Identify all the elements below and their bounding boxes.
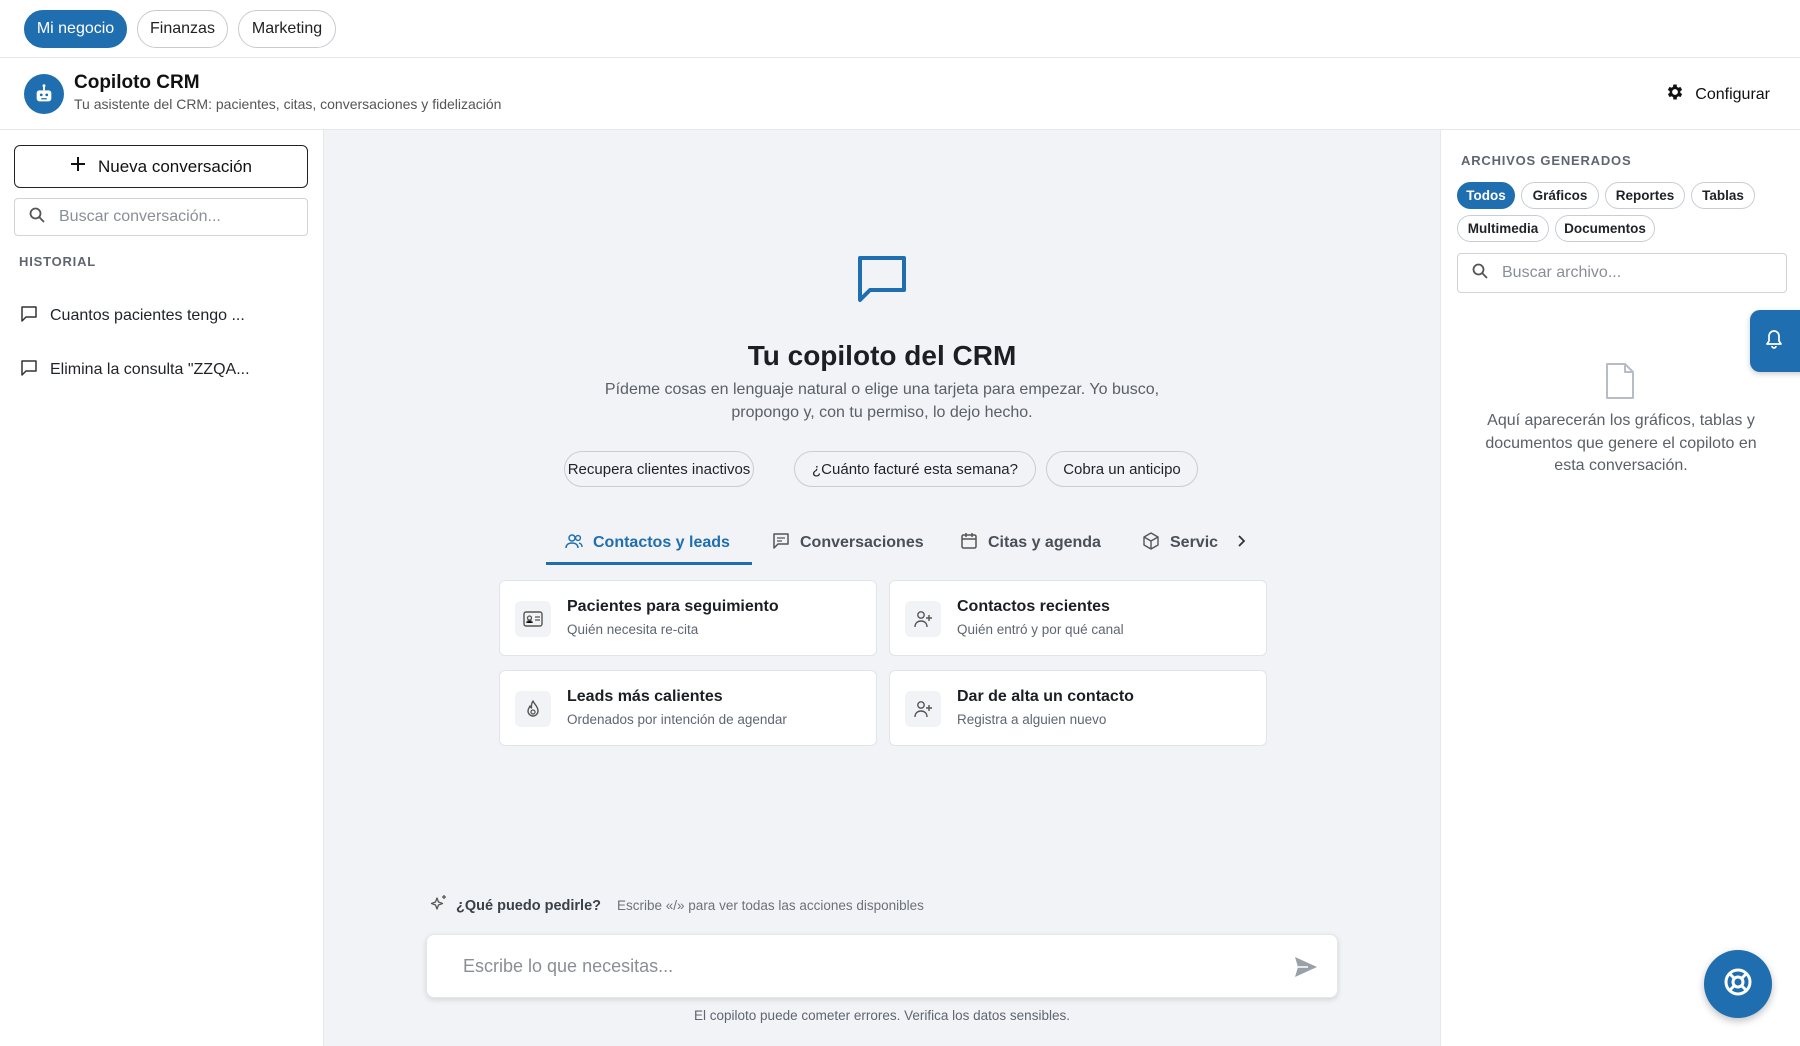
- history-item[interactable]: Cuantos pacientes tengo ...: [20, 302, 245, 330]
- new-conversation-label: Nueva conversación: [97, 156, 253, 176]
- help-button[interactable]: [1704, 950, 1772, 1018]
- filter-tables[interactable]: Tablas: [1691, 182, 1755, 209]
- robot-icon: [24, 74, 64, 114]
- card-title: Dar de alta un contacto: [957, 688, 1134, 705]
- hint-question[interactable]: ¿Qué puedo pedirle?: [456, 898, 601, 914]
- card-title: Contactos recientes: [957, 598, 1110, 615]
- file-search-input[interactable]: [1502, 264, 1702, 282]
- action-card[interactable]: Pacientes para seguimiento Quién necesit…: [499, 580, 877, 656]
- message-composer: [426, 934, 1338, 998]
- page-subtitle: Tu asistente del CRM: pacientes, citas, …: [74, 96, 502, 112]
- calendar-icon: [960, 532, 978, 555]
- file-icon: [1604, 362, 1636, 405]
- id-card-icon: [515, 601, 551, 637]
- action-card[interactable]: Contactos recientes Quién entró y por qu…: [889, 580, 1267, 656]
- history-item-label: Cuantos pacientes tengo ...: [50, 307, 245, 324]
- chat-bubble-icon: [20, 359, 38, 382]
- active-tab-indicator: [546, 562, 752, 565]
- tab-marketing[interactable]: Marketing: [238, 10, 336, 48]
- generated-files-panel: ARCHIVOS GENERADOS Todos Gráficos Report…: [1440, 130, 1800, 1046]
- tab-appointments[interactable]: Citas y agenda: [960, 520, 1101, 566]
- tab-services[interactable]: Servic: [1142, 520, 1218, 566]
- search-icon: [29, 207, 45, 228]
- card-subtitle: Ordenados por intención de agendar: [567, 712, 787, 727]
- bell-icon: [1765, 329, 1783, 354]
- main-title: Tu copiloto del CRM: [747, 340, 1017, 371]
- conversation-search: [14, 198, 308, 236]
- user-plus-icon: [905, 601, 941, 637]
- action-card[interactable]: Dar de alta un contacto Registra a algui…: [889, 670, 1267, 746]
- card-subtitle: Registra a alguien nuevo: [957, 712, 1107, 727]
- card-subtitle: Quién necesita re-cita: [567, 622, 699, 637]
- main-subtitle: Pídeme cosas en lenguaje natural o elige…: [604, 381, 1160, 421]
- filter-reports[interactable]: Reportes: [1605, 182, 1685, 209]
- tab-mi-negocio[interactable]: Mi negocio: [24, 10, 127, 48]
- hint-text: Escribe «/» para ver todas las acciones …: [617, 898, 924, 913]
- card-subtitle: Quién entró y por qué canal: [957, 622, 1124, 637]
- filter-all[interactable]: Todos: [1457, 182, 1515, 209]
- flame-icon: [515, 691, 551, 727]
- filter-charts[interactable]: Gráficos: [1521, 182, 1599, 209]
- category-tabs: Contactos y leads Conversaciones Citas y…: [324, 520, 1440, 570]
- box-icon: [1142, 531, 1160, 555]
- card-title: Pacientes para seguimiento: [567, 598, 779, 615]
- conversation-sidebar: Nueva conversación HISTORIAL Cuantos pac…: [0, 130, 324, 1046]
- card-title: Leads más calientes: [567, 688, 723, 705]
- suggestion-chip[interactable]: ¿Cuánto facturé esta semana?: [794, 451, 1036, 487]
- chat-main: Tu copiloto del CRM Pídeme cosas en leng…: [324, 130, 1440, 1046]
- files-heading: ARCHIVOS GENERADOS: [1461, 153, 1632, 168]
- filter-documents[interactable]: Documentos: [1555, 215, 1655, 242]
- disclaimer: El copiloto puede cometer errores. Verif…: [694, 1008, 1070, 1023]
- plus-icon: [70, 156, 86, 177]
- filter-multimedia[interactable]: Multimedia: [1457, 215, 1549, 242]
- search-icon: [1472, 263, 1488, 284]
- history-item-label: Elimina la consulta "ZZQA...: [50, 361, 250, 378]
- tab-contacts-leads[interactable]: Contactos y leads: [565, 520, 730, 566]
- notifications-button[interactable]: [1750, 310, 1800, 372]
- history-heading: HISTORIAL: [19, 254, 97, 269]
- configure-label: Configurar: [1695, 85, 1770, 103]
- tab-label: Servic: [1170, 534, 1219, 551]
- suggestion-chip[interactable]: Cobra un anticipo: [1046, 451, 1198, 487]
- top-nav: Mi negocio Finanzas Marketing: [0, 0, 1800, 58]
- tab-label: Contactos y leads: [593, 534, 730, 551]
- history-item[interactable]: Elimina la consulta "ZZQA...: [20, 356, 250, 384]
- chat-icon: [772, 532, 790, 555]
- files-empty-state: Aquí aparecerán los gráficos, tablas y d…: [1485, 412, 1757, 474]
- tabs-scroll-right-button[interactable]: [1234, 520, 1248, 566]
- send-icon[interactable]: [1293, 955, 1319, 984]
- gear-icon: [1665, 82, 1685, 107]
- conversation-search-input[interactable]: [59, 208, 259, 226]
- chat-bubble-icon: [20, 305, 38, 328]
- command-hint: ¿Qué puedo pedirle? Escribe «/» para ver…: [430, 894, 924, 917]
- tab-conversations[interactable]: Conversaciones: [772, 520, 924, 566]
- tab-label: Citas y agenda: [988, 534, 1101, 551]
- chevron-right-icon: [1234, 534, 1248, 553]
- tab-label: Conversaciones: [800, 534, 924, 551]
- suggestion-chip[interactable]: Recupera clientes inactivos: [564, 451, 754, 487]
- sparkle-icon: [430, 894, 448, 917]
- page-title: Copiloto CRM: [74, 72, 200, 93]
- action-card[interactable]: Leads más calientes Ordenados por intenc…: [499, 670, 877, 746]
- message-input[interactable]: [463, 955, 1243, 977]
- user-plus-icon: [905, 691, 941, 727]
- chat-icon: [856, 254, 908, 311]
- new-conversation-button[interactable]: Nueva conversación: [14, 145, 308, 188]
- lifebuoy-icon: [1723, 967, 1753, 1002]
- app-header: Copiloto CRM Tu asistente del CRM: pacie…: [0, 58, 1800, 130]
- file-search: [1457, 253, 1787, 293]
- users-icon: [565, 532, 583, 555]
- configure-button[interactable]: Configurar: [1665, 82, 1770, 107]
- tab-finanzas[interactable]: Finanzas: [137, 10, 228, 48]
